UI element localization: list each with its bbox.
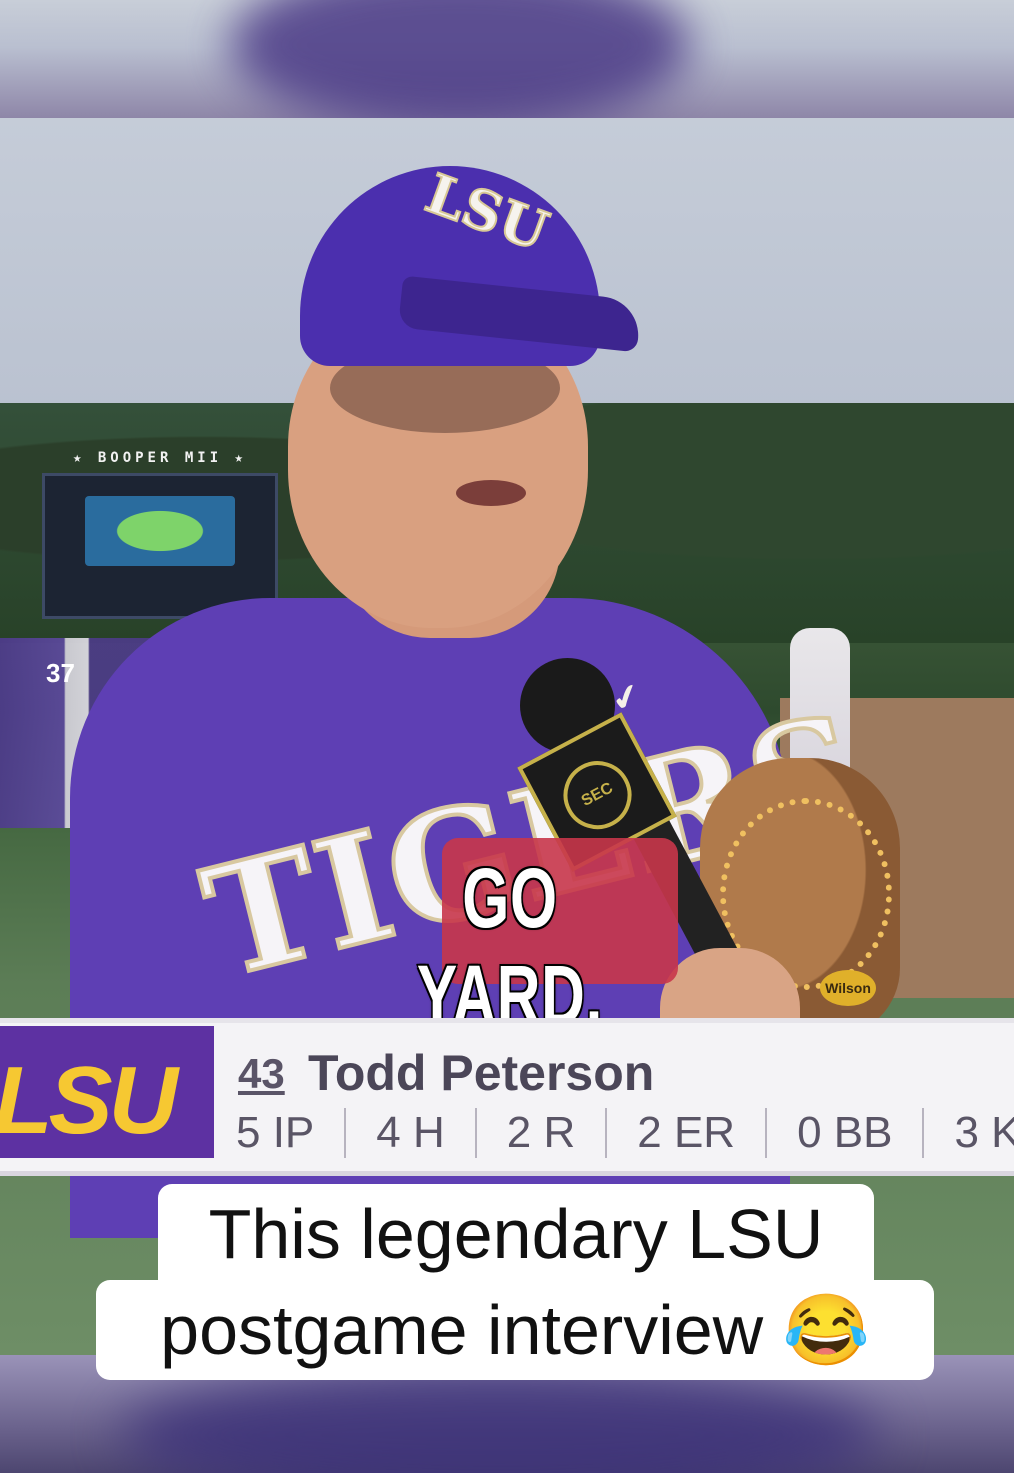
post-caption-line: This legendary LSU bbox=[208, 1195, 824, 1273]
blurred-shape bbox=[120, 1365, 880, 1473]
stadium-scoreboard: ★ BOOPER MII ★ bbox=[42, 450, 278, 619]
post-caption-line: postgame interview 😂 bbox=[160, 1291, 870, 1369]
team-logo: LSU bbox=[0, 1047, 178, 1154]
jersey-number: 37 bbox=[46, 658, 75, 688]
player-number: 43 bbox=[238, 1050, 285, 1097]
blurred-shape bbox=[230, 0, 690, 118]
sec-logo: SEC bbox=[551, 749, 644, 842]
stat-strikeouts: 3 K bbox=[954, 1108, 1014, 1157]
lower-third-graphic: LSU 43 Todd Peterson 5 IP 4 H 2 R 2 ER 0… bbox=[0, 1018, 1014, 1176]
player-name: Todd Peterson bbox=[308, 1045, 655, 1101]
glove-patch: Wilson bbox=[820, 970, 876, 1006]
stat-walks: 0 BB bbox=[767, 1108, 925, 1158]
blurred-top-band bbox=[0, 0, 1014, 118]
scoreboard-marquee: ★ BOOPER MII ★ bbox=[72, 450, 247, 466]
overlay-caption: GO YARD. bbox=[416, 850, 604, 1044]
stat-hits: 4 H bbox=[346, 1108, 477, 1158]
player-mouth bbox=[456, 480, 526, 506]
stat-innings-pitched: 5 IP bbox=[236, 1108, 347, 1158]
stat-runs: 2 R bbox=[477, 1108, 608, 1158]
scoreboard-screen bbox=[85, 496, 235, 566]
player-stats: 5 IP 4 H 2 R 2 ER 0 BB 3 K bbox=[236, 1108, 1014, 1158]
team-logo-box: LSU bbox=[0, 1026, 214, 1158]
stat-earned-runs: 2 ER bbox=[607, 1108, 768, 1158]
